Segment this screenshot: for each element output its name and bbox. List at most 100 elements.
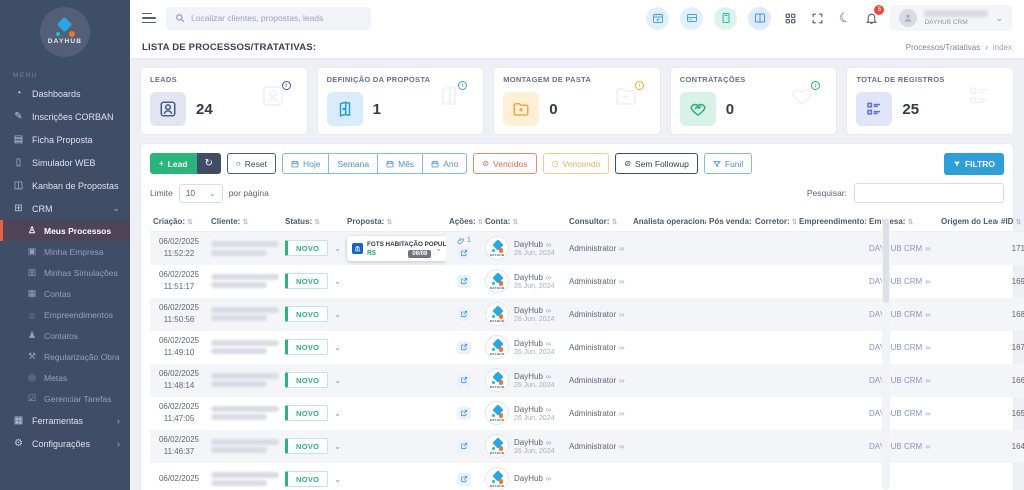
external-link-button[interactable] (457, 246, 471, 260)
external-link-button[interactable] (457, 274, 471, 288)
column-header-empreendimento[interactable]: Empreendimento:⇅ (796, 212, 866, 232)
sidebar-item-inscri-es-corban[interactable]: ✎ Inscrições CORBAN (0, 105, 130, 128)
table-search-input[interactable] (854, 183, 1004, 203)
sort-icon[interactable]: ⇅ (386, 219, 392, 226)
limit-select[interactable]: 10 ⌄ (178, 183, 223, 203)
brand-logo[interactable]: DAYHUB (0, 0, 130, 64)
attachment-indicator[interactable]: 1 (449, 237, 479, 245)
table-row[interactable]: 06/02/2025 NOVO⌄ ⌄ (150, 463, 1024, 490)
column-header-id[interactable]: #ID ⇅ (998, 212, 1024, 232)
empresa-link[interactable]: DAYHUB CRM (869, 310, 922, 319)
chevron-down-icon[interactable]: ⌄ (334, 475, 341, 484)
add-lead-button[interactable]: + Lead (150, 153, 197, 174)
empresa-link[interactable]: DAYHUB CRM (869, 409, 922, 418)
sidebar-item-simulador-web[interactable]: ▯ Simulador WEB (0, 151, 130, 174)
calculator-button[interactable] (714, 6, 738, 30)
external-link-button[interactable] (457, 439, 471, 453)
sidebar-item-crm[interactable]: ⊞ CRM ⌄ (0, 197, 130, 220)
refresh-button[interactable]: ↻ (196, 153, 221, 174)
sidebar-item-minhas-simula-es[interactable]: ▥ Minhas Simulações (0, 262, 130, 283)
filtro-button[interactable]: FILTRO (943, 153, 1004, 175)
sidebar-item-ficha-proposta[interactable]: ▤ Ficha Proposta (0, 128, 130, 151)
info-icon[interactable]: i (811, 81, 821, 90)
column-header-status[interactable]: Status: ⇅ (282, 212, 344, 232)
column-header-proposta[interactable]: Proposta: ⇅ (344, 212, 446, 232)
sort-icon[interactable]: ⇅ (187, 219, 193, 226)
column-header-cliente[interactable]: Cliente: ⇅ (208, 212, 282, 232)
column-header-p-s-venda[interactable]: Pós venda:⇅ (706, 212, 752, 232)
sidebar-item-kanban-de-propostas[interactable]: ◫ Kanban de Propostas (0, 174, 130, 197)
empresa-link[interactable]: DAYHUB CRM (869, 343, 922, 352)
external-link-button[interactable] (457, 307, 471, 321)
proposta-card[interactable]: FGTS HABITAÇÃO POPULAR R$06/08 ⌄ (347, 235, 446, 261)
empresa-link[interactable]: DAYHUB CRM (869, 277, 922, 286)
hamburger-menu-icon[interactable] (142, 12, 156, 24)
status-badge[interactable]: NOVO (285, 240, 329, 257)
card-montagem-pasta[interactable]: MONTAGEM DE PASTA 0 i (493, 67, 661, 135)
filter-funil-button[interactable]: Funil (703, 153, 753, 174)
scrollbar-thumb[interactable] (883, 219, 889, 303)
column-header-empresa[interactable]: Empresa:⇅ (866, 212, 938, 232)
external-link-button[interactable] (457, 406, 471, 420)
status-badge[interactable]: NOVO (285, 438, 329, 454)
sidebar-item-empreendimentos[interactable]: ⌂ Empreendimentos (0, 304, 130, 325)
breadcrumb-root[interactable]: Processos/Tratativas (906, 43, 980, 52)
filter-semana-button[interactable]: Semana (328, 153, 379, 174)
sidebar-item-gerenciar-tarefas[interactable]: ☑ Gerenciar Tarefas (0, 388, 130, 409)
empresa-link[interactable]: DAYHUB CRM (869, 376, 922, 385)
calendar-button[interactable] (646, 6, 670, 30)
card-definicao-proposta[interactable]: DEFINIÇÃO DA PROPOSTA 1 i (316, 67, 485, 135)
sort-icon[interactable]: ⇅ (512, 219, 518, 226)
filter-vencendo-button[interactable]: ◷ Vencendo (542, 153, 610, 174)
table-row[interactable]: 06/02/2025 11:49:10 NOVO⌄ ⌄ (150, 331, 1024, 364)
chevron-down-icon[interactable]: ⌄ (334, 244, 341, 253)
card-leads[interactable]: LEADS 24 i (140, 67, 308, 135)
table-row[interactable]: 06/02/2025 11:50:56 NOVO⌄ ⌄ (150, 297, 1024, 331)
sort-icon[interactable]: ⇅ (1015, 219, 1021, 226)
filter-mes-button[interactable]: Mês (377, 153, 424, 174)
card-total-registros[interactable]: TOTAL DE REGISTROS 25 (846, 67, 1014, 135)
sort-icon[interactable]: ⇅ (611, 219, 617, 226)
sort-icon[interactable]: ⇅ (242, 219, 248, 226)
table-row[interactable]: 06/02/2025 11:46:37 NOVO⌄ ⌄ (150, 429, 1024, 463)
sort-icon[interactable]: ⇅ (314, 219, 320, 226)
search-input[interactable] (191, 13, 362, 23)
sidebar-item-ferramentas[interactable]: ▦ Ferramentas › (0, 409, 130, 432)
reset-button[interactable]: ○ Reset (226, 153, 276, 174)
info-icon[interactable]: i (281, 81, 291, 90)
filter-vencidos-button[interactable]: ⊘ Vencidos (473, 153, 537, 174)
card-contratacoes[interactable]: CONTRATAÇÕES 0 i (669, 67, 838, 135)
table-scrollbar[interactable] (882, 218, 890, 490)
chevron-down-icon[interactable]: ⌄ (334, 376, 341, 385)
card-button[interactable] (680, 6, 704, 30)
sidebar-item-configura-es[interactable]: ⚙ Configurações › (0, 432, 130, 455)
column-header-consultor[interactable]: Consultor: ⇅ (566, 212, 630, 232)
fullscreen-button[interactable] (809, 10, 825, 26)
table-row[interactable]: 06/02/2025 11:51:17 NOVO⌄ ⌄ (150, 265, 1024, 298)
status-badge[interactable]: NOVO (285, 471, 329, 487)
sidebar-item-metas[interactable]: ◎ Metas (0, 367, 130, 388)
chevron-down-icon[interactable]: ⌄ (334, 442, 341, 451)
status-badge[interactable]: NOVO (285, 372, 329, 388)
chevron-down-icon[interactable]: ⌄ (334, 310, 341, 319)
sidebar-item-minha-empresa[interactable]: ▣ Minha Empresa (0, 241, 130, 262)
sort-icon[interactable]: ⇅ (792, 219, 796, 226)
status-badge[interactable]: NOVO (285, 273, 329, 289)
column-header-analista-operacional[interactable]: Analista operacional:⇅ (630, 212, 706, 232)
chevron-down-icon[interactable]: ⌄ (334, 409, 341, 418)
column-header-a-es[interactable]: Ações:⇅ (446, 212, 482, 232)
empresa-link[interactable]: DAYHUB CRM (869, 244, 922, 253)
sidebar-item-meus-processos[interactable]: ♙ Meus Processos (0, 220, 130, 241)
column-header-corretor[interactable]: Corretor:⇅ (752, 212, 796, 232)
column-header-conta[interactable]: Conta: ⇅ (482, 212, 566, 232)
status-badge[interactable]: NOVO (285, 405, 329, 421)
external-link-button[interactable] (457, 472, 471, 486)
external-link-button[interactable] (457, 340, 471, 354)
filter-ano-button[interactable]: Ano (422, 153, 468, 174)
info-icon[interactable]: i (634, 81, 644, 90)
chevron-down-icon[interactable]: ⌄ (334, 343, 341, 352)
apps-grid-button[interactable] (782, 10, 798, 26)
filter-hoje-button[interactable]: Hoje (281, 153, 330, 174)
chevron-down-icon[interactable]: ⌄ (334, 277, 341, 286)
table-row[interactable]: 06/02/2025 11:48:14 NOVO⌄ ⌄ (150, 363, 1024, 397)
